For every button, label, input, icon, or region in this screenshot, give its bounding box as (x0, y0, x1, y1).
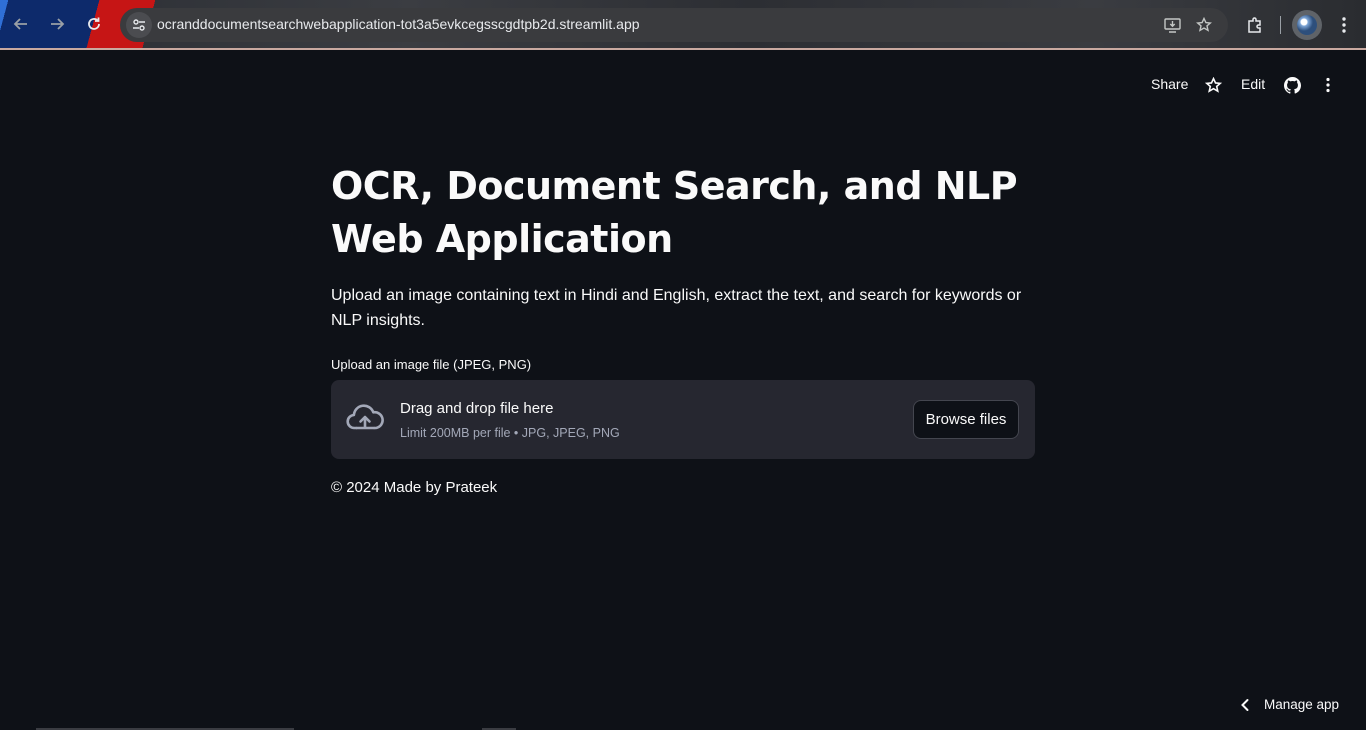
footer-credit: © 2024 Made by Prateek (331, 479, 498, 496)
install-app-icon[interactable] (1162, 15, 1182, 35)
page-title: OCR, Document Search, and NLP Web Applic… (331, 164, 1018, 261)
address-bar[interactable]: ocranddocumentsearchwebapplication-tot3a… (120, 8, 1228, 42)
browse-files-button[interactable]: Browse files (913, 400, 1019, 439)
cloud-upload-icon (346, 404, 384, 430)
main-content: OCR, Document Search, and NLP Web Applic… (331, 160, 1035, 496)
reload-icon[interactable] (83, 13, 105, 35)
chevron-left-icon (1241, 698, 1249, 711)
back-arrow-icon[interactable] (10, 13, 32, 35)
share-button[interactable]: Share (1151, 76, 1188, 92)
manage-app-button[interactable]: Manage app (1240, 697, 1339, 712)
edit-button[interactable]: Edit (1241, 76, 1265, 92)
dropzone-limits: Limit 200MB per file • JPG, JPEG, PNG (400, 426, 620, 440)
github-icon[interactable] (1283, 76, 1301, 94)
extensions-icon[interactable] (1244, 14, 1266, 36)
bookmark-star-icon[interactable] (1194, 15, 1214, 35)
more-menu-icon[interactable] (1319, 76, 1337, 94)
site-settings-icon[interactable] (126, 12, 152, 38)
forward-arrow-icon[interactable] (46, 13, 68, 35)
file-dropzone[interactable]: Drag and drop file here Limit 200MB per … (331, 380, 1035, 459)
url-text[interactable]: ocranddocumentsearchwebapplication-tot3a… (157, 16, 640, 32)
manage-app-label: Manage app (1264, 697, 1340, 712)
profile-avatar[interactable] (1292, 10, 1322, 40)
page-description: Upload an image containing text in Hindi… (331, 287, 1022, 329)
file-uploader-label: Upload an image file (JPEG, PNG) (331, 357, 532, 372)
browser-toolbar: ocranddocumentsearchwebapplication-tot3a… (0, 0, 1366, 50)
toolbar-divider (1280, 16, 1281, 34)
kebab-menu-icon[interactable] (1333, 14, 1355, 36)
star-icon[interactable] (1204, 76, 1222, 94)
dropzone-title: Drag and drop file here (400, 400, 554, 417)
